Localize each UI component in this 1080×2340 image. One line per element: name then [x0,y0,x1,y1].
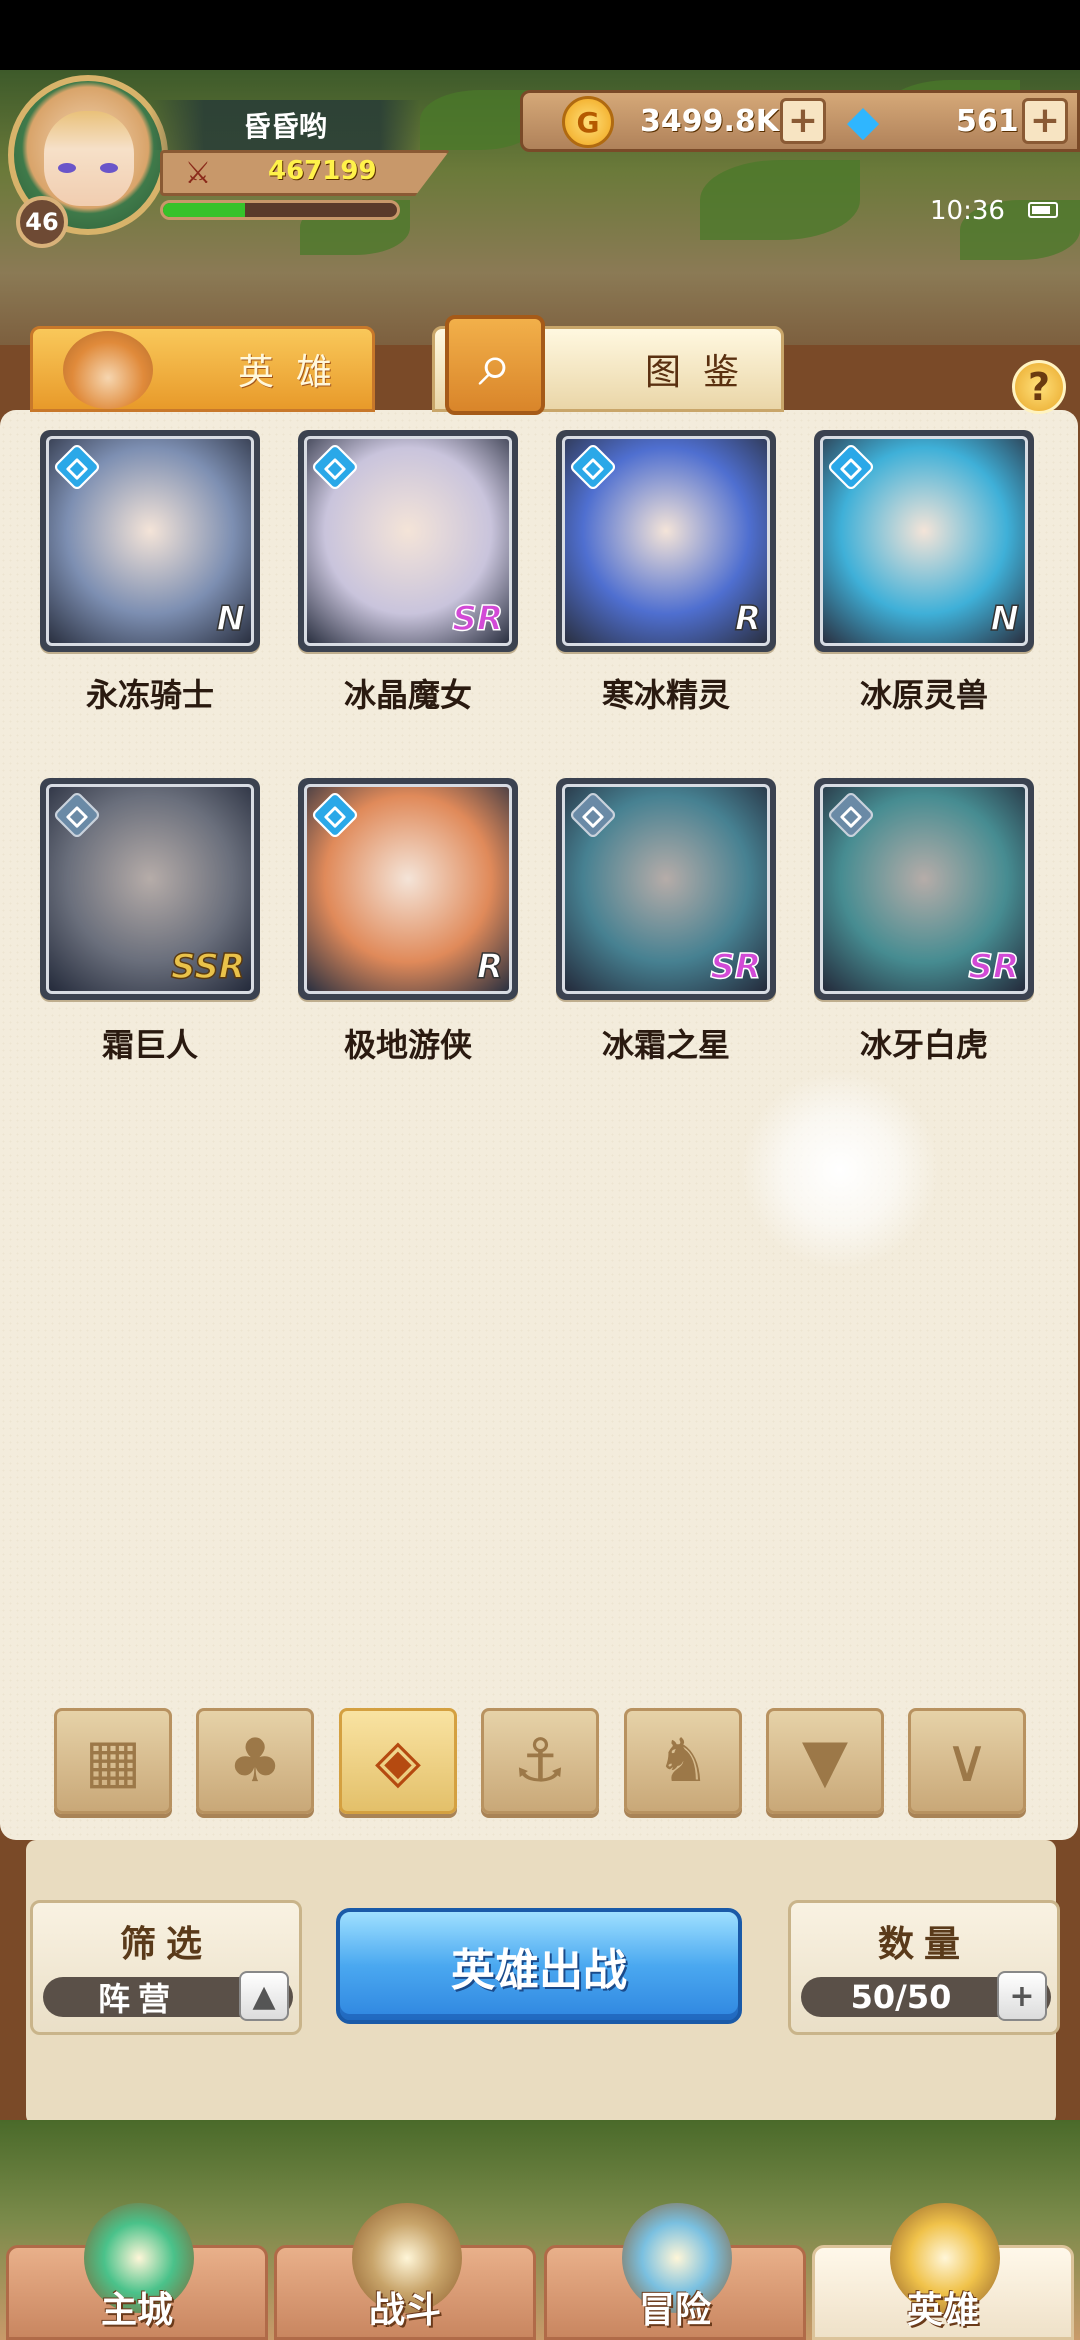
add-gems-button[interactable]: + [1022,98,1068,144]
hero-name: 永冻骑士 [85,676,214,714]
ice-faction-icon [310,790,360,840]
chevron-up-icon[interactable]: ▲ [239,1971,289,2021]
nav-item[interactable]: 冒险 [544,2203,806,2340]
filter-ice-button[interactable]: ◈ [339,1708,457,1814]
ice-faction-icon [310,442,360,492]
expand-capacity-button[interactable]: + [997,1971,1047,2021]
player-level-badge: 46 [16,196,68,248]
battery-icon [1028,202,1058,218]
nav-label: 英雄 [906,2290,979,2331]
player-name: 昏昏哟 [150,100,420,150]
demon-icon: ▼ [801,1726,849,1796]
nav-item[interactable]: 英雄 [812,2203,1074,2340]
leaf-icon: ♣ [228,1726,282,1796]
gold-coin-icon: G [562,96,614,148]
filter-beast-button[interactable]: ♞ [624,1708,742,1814]
avatar-portrait [44,111,134,206]
tab-codex[interactable]: ⌕ 图鉴 [432,315,784,415]
magnifier-icon: ⌕ [445,315,545,415]
rarity-badge: SR [710,946,762,988]
experience-bar [160,200,400,220]
hero-name: 冰晶魔女 [343,676,472,714]
help-button[interactable]: ? [1012,360,1066,414]
clock: 10:36 [930,196,1005,226]
diamond-gem-icon: ◆ [846,96,880,145]
count-value: 50/50 [850,1978,952,2016]
hero-card[interactable]: R [298,778,518,1000]
hero-portrait: N [46,436,254,646]
add-gold-button[interactable]: + [780,98,826,144]
hero-card[interactable]: SR [556,778,776,1000]
hero-name: 冰原灵兽 [859,676,988,714]
hero-card[interactable]: SR [298,430,518,652]
ice-faction-icon [568,442,618,492]
hero-portrait: N [820,436,1028,646]
rarity-badge: R [476,946,504,988]
nav-item[interactable]: 主城 [6,2203,268,2340]
filter-box: 筛选 阵营 ▲ [30,1900,302,2035]
beast-icon: ♞ [656,1726,710,1796]
tab-heroes-label: 英雄 [238,352,355,393]
paper-light-spot [740,1070,940,1270]
gold-amount: 3499.8K [640,104,780,139]
hero-helmet-icon [63,331,153,409]
hero-portrait: SR [304,436,512,646]
hero-name: 霜巨人 [101,1026,198,1064]
filter-value: 阵营 [97,1980,178,2018]
system-status-bar [0,0,1080,70]
anchor-icon: ⚓ [513,1726,567,1796]
count-box: 数量 50/50 + [788,1900,1060,2035]
filter-title: 筛选 [119,1924,212,1965]
crossed-swords-icon: ⚔ [184,156,212,191]
rarity-badge: R [734,598,762,640]
ice-faction-icon: ◈ [374,1726,422,1796]
tab-heroes[interactable]: 英雄 [30,326,375,412]
filter-demon-button[interactable]: ▼ [766,1708,884,1814]
hero-portrait: SR [562,784,770,994]
hero-card[interactable]: SR [814,778,1034,1000]
rarity-badge: SR [968,946,1020,988]
rarity-badge: N [990,598,1020,640]
hero-card[interactable]: N [40,430,260,652]
combat-power-value: 467199 [268,156,377,186]
all-grid-icon: ▦ [84,1726,142,1796]
nav-label: 战斗 [368,2290,441,2331]
horn-icon: ∨ [945,1726,989,1796]
deploy-heroes-button[interactable]: 英雄出战 [336,1908,742,2024]
hero-portrait: SSR [46,784,254,994]
hero-portrait: R [562,436,770,646]
filter-horn-button[interactable]: ∨ [908,1708,1026,1814]
experience-fill [163,203,245,217]
hero-card[interactable]: N [814,430,1034,652]
hero-name: 寒冰精灵 [601,676,730,714]
filter-ocean-button[interactable]: ⚓ [481,1708,599,1814]
ice-faction-icon [52,442,102,492]
tab-codex-label: 图鉴 [645,352,762,393]
filter-all-button[interactable]: ▦ [54,1708,172,1814]
gem-amount: 561 [956,104,1019,139]
hero-portrait: R [304,784,512,994]
hero-card[interactable]: R [556,430,776,652]
hero-portrait: SR [820,784,1028,994]
hero-name: 冰牙白虎 [859,1026,988,1064]
nav-label: 冒险 [638,2290,711,2331]
nav-item[interactable]: 战斗 [274,2203,536,2340]
hero-card[interactable]: SSR [40,778,260,1000]
rarity-badge: SR [452,598,504,640]
rarity-badge: SSR [170,946,245,988]
count-title: 数量 [877,1924,970,1965]
ice-faction-icon [826,442,876,492]
rarity-badge: N [216,598,246,640]
filter-nature-button[interactable]: ♣ [196,1708,314,1814]
hero-name: 极地游侠 [343,1026,472,1064]
nav-label: 主城 [100,2290,173,2331]
hero-name: 冰霜之星 [601,1026,730,1064]
